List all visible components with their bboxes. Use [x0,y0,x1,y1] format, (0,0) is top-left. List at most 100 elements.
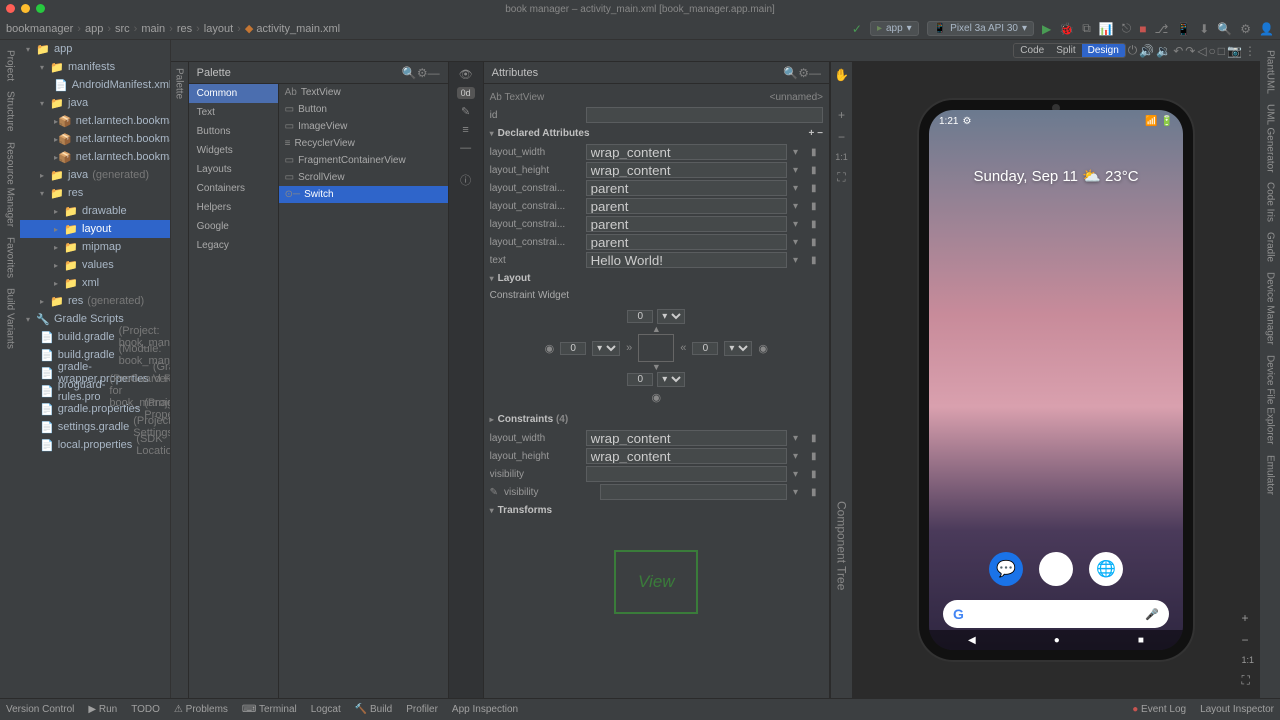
mode-code[interactable]: Code [1014,44,1050,57]
mode-design[interactable]: Design [1082,44,1125,57]
palette-item[interactable]: ⊙─Switch [279,186,448,203]
palette-item[interactable]: AbTextView [279,84,448,101]
google-search-bar[interactable]: G🎤 [943,600,1169,628]
settings-icon[interactable]: ⚙ [798,66,809,80]
nav-back-icon[interactable]: ◀ [968,635,976,646]
chevron-down-icon[interactable]: ▾ [793,255,805,266]
breadcrumb-item[interactable]: app [85,23,103,35]
tree-node[interactable]: ▸ 📁 java(generated) [20,166,170,184]
avd-icon[interactable]: 📱 [1176,22,1191,36]
zoom-out-icon[interactable]: − [838,130,845,144]
tree-node[interactable]: ▸ 📁 layout [20,220,170,238]
status-item[interactable]: Profiler [406,704,438,715]
attr-value[interactable] [586,430,787,446]
tree-node[interactable]: ▸ 📁 mipmap [20,238,170,256]
pan-icon[interactable]: ✋ [834,68,849,82]
chevron-down-icon[interactable]: ▾ [793,147,805,158]
palette-categories[interactable]: CommonTextButtonsWidgetsLayoutsContainer… [189,84,279,698]
zoom-in-icon[interactable]: + [1241,611,1254,625]
remove-icon[interactable]: − [817,128,823,139]
palette-category[interactable]: Layouts [189,160,278,179]
chevron-down-icon[interactable]: ▾ [793,201,805,212]
zoom-reset-icon[interactable]: ⛶ [837,170,845,185]
palette-category[interactable]: Helpers [189,198,278,217]
home-icon[interactable]: ○ [1209,44,1216,58]
attr-value[interactable] [586,144,787,160]
hide-icon[interactable]: — [809,66,821,80]
chevron-down-icon[interactable]: ▾ [793,433,805,444]
nav-overview-icon[interactable]: ■ [1138,635,1144,646]
api-badge[interactable]: 0d [457,87,475,99]
palette-category[interactable]: Widgets [189,141,278,160]
attr-id-input[interactable] [586,107,823,123]
git-icon[interactable]: ⎇ [1154,22,1168,36]
voldown-icon[interactable]: 🔉 [1156,44,1171,58]
more-icon[interactable]: ⋮ [1244,44,1256,58]
palette-item[interactable]: ▭FragmentContainerView [279,152,448,169]
snapshot-icon[interactable]: 📷 [1227,44,1242,58]
tool-tab[interactable]: Project [5,50,16,81]
status-item[interactable]: ⚠ Problems [174,704,228,715]
palette-tab[interactable]: Palette [174,68,185,99]
tool-tab[interactable]: Favorites [5,237,16,278]
settings-icon[interactable]: ⚙ [1240,22,1251,36]
chevron-down-icon[interactable]: ▾ [793,165,805,176]
breadcrumb-item[interactable]: bookmanager [6,23,73,35]
view-mode-toggle[interactable]: Code Split Design [1013,43,1126,58]
status-item[interactable]: Version Control [6,704,74,715]
chevron-down-icon[interactable]: ▾ [793,469,805,480]
status-item[interactable]: TODO [131,704,160,715]
tree-node[interactable]: 📄 local.properties(SDK Location) [20,436,170,454]
run-config-dropdown[interactable]: ▸app▾ [870,21,919,36]
zoom-fit-icon[interactable]: 1:1 [1241,655,1254,665]
mode-split[interactable]: Split [1050,44,1081,57]
layers-icon[interactable]: ≡ [462,124,468,136]
tree-node[interactable]: ▸ 📁 xml [20,274,170,292]
palette-category[interactable]: Legacy [189,236,278,255]
attr-value[interactable] [586,234,787,250]
palette-category[interactable]: Text [189,103,278,122]
device-dropdown[interactable]: 📱Pixel 3a API 30▾ [927,21,1034,36]
attr-value[interactable] [600,484,787,500]
eye-icon[interactable]: 👁 [459,68,473,81]
sync-icon[interactable]: ✓ [852,22,862,36]
status-item[interactable]: ⌨ Terminal [242,704,297,715]
power-icon[interactable]: ⏻ [1128,43,1138,58]
section-constraints[interactable]: Constraints [498,414,554,425]
sdk-icon[interactable]: ⬇ [1199,22,1209,36]
app-chrome[interactable]: 🌐 [1089,552,1123,586]
tool-tab[interactable]: Structure [5,91,16,132]
search-icon[interactable]: 🔍 [402,66,417,80]
breadcrumb-item[interactable]: ◆ activity_main.xml [245,23,340,35]
phone-screen[interactable]: 1:21⚙📶 🔋 Sunday, Sep 11 ⛅ 23°C 💬 ▶ 🌐 G🎤 [929,110,1183,650]
cw-top[interactable] [627,310,653,323]
attach-icon[interactable]: ⎋ [1122,21,1132,36]
avatar-icon[interactable]: 👤 [1259,22,1274,36]
palette-item[interactable]: ▭ImageView [279,118,448,135]
palette-category[interactable]: Google [189,217,278,236]
status-item[interactable]: Layout Inspector [1200,704,1274,715]
hide-icon[interactable]: — [428,66,440,80]
stop-icon[interactable]: ■ [1139,22,1146,36]
breadcrumb-item[interactable]: src [115,23,130,35]
debug-icon[interactable]: 🐞 [1059,22,1074,36]
palette-item[interactable]: ▭ScrollView [279,169,448,186]
zoom-reset-icon[interactable]: ⛶ [1241,673,1254,688]
rotate-right-icon[interactable]: ↷ [1185,44,1195,58]
tree-node[interactable]: ▸ 📁 values [20,256,170,274]
attr-value[interactable] [586,198,787,214]
back-icon[interactable]: ◁ [1197,44,1206,58]
tool-tab[interactable]: PlantUML [1265,50,1276,94]
cw-left[interactable] [560,342,586,355]
add-icon[interactable]: + [809,128,815,139]
info-icon[interactable]: ⓘ [460,172,471,188]
settings-icon[interactable]: ⚙ [417,66,428,80]
attr-value[interactable] [586,466,787,482]
tool-tab[interactable]: Code Iris [1265,182,1276,222]
attr-value[interactable] [586,162,787,178]
breadcrumb[interactable]: bookmanager›app›src›main›res›layout›◆ ac… [6,22,340,35]
status-item[interactable]: ● Event Log [1132,704,1186,715]
status-item[interactable]: ▶ Run [88,704,117,715]
tool-tab[interactable]: Emulator [1265,455,1276,495]
coverage-icon[interactable]: ⧉ [1082,21,1091,36]
